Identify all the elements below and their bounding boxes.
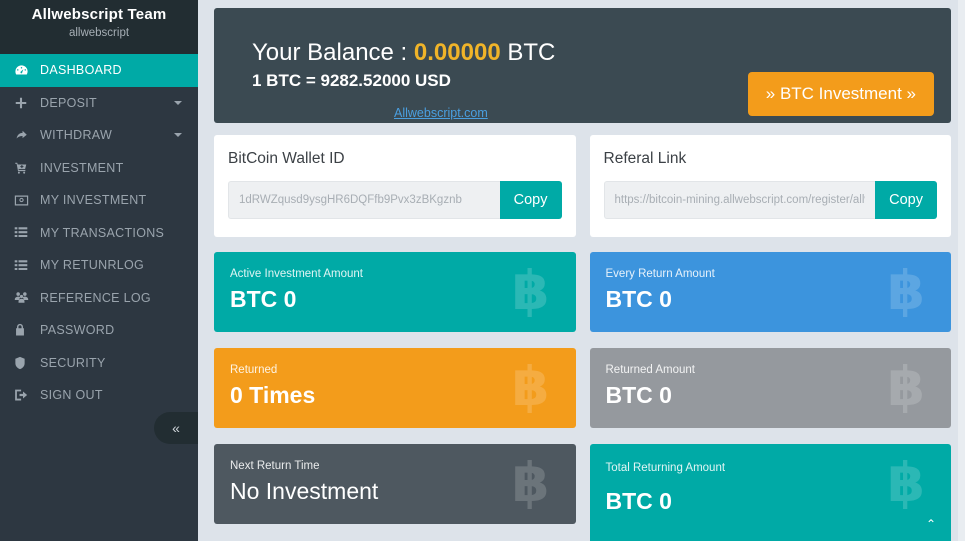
sidebar-item-label: INVESTMENT	[40, 160, 124, 175]
list-icon	[14, 259, 40, 272]
sidebar-item-investment[interactable]: INVESTMENT	[0, 152, 198, 185]
wallet-panel-title: BitCoin Wallet ID	[228, 150, 345, 167]
balance-amount: 0.00000	[413, 39, 501, 66]
referral-input-group: Copy	[603, 181, 937, 219]
sidebar-item-dashboard[interactable]: DASHBOARD	[0, 54, 198, 87]
stat-card-value: No Investment	[230, 478, 379, 504]
sidebar-item-label: MY INVESTMENT	[40, 193, 147, 208]
lock-icon	[14, 323, 40, 337]
balance-currency: BTC	[507, 39, 556, 66]
page-scrollbar[interactable]	[958, 0, 965, 541]
stat-card[interactable]: Returned 0 Times ฿	[214, 348, 576, 428]
shield-icon	[14, 356, 40, 370]
referral-link-input[interactable]	[603, 181, 876, 219]
cart-icon	[14, 161, 40, 175]
chevron-down-icon	[174, 133, 182, 138]
money-bill-icon	[14, 194, 40, 207]
sidebar-item-label: SECURITY	[40, 355, 106, 370]
brand-header: Allwebscript Team allwebscript	[0, 0, 198, 54]
plus-icon	[14, 96, 40, 110]
chevron-left-double-icon: «	[172, 420, 180, 436]
sidebar-item-password[interactable]: PASSWORD	[0, 314, 198, 347]
chevron-down-icon	[174, 100, 182, 105]
sidebar-item-label: MY TRANSACTIONS	[40, 225, 165, 240]
btc-investment-button[interactable]: » BTC Investment »	[747, 72, 934, 116]
dashboard-icon	[14, 63, 40, 78]
sidebar-item-reference-log[interactable]: REFERENCE LOG	[0, 282, 198, 315]
sidebar-item-label: REFERENCE LOG	[40, 290, 151, 305]
sidebar-nav: DASHBOARD DEPOSIT WITHDRAW INVESTMENT MY INV…	[0, 54, 198, 412]
stat-card-value: BTC 0	[230, 286, 297, 312]
wallet-input-group: Copy	[228, 181, 562, 219]
stat-cards-area: Active Investment Amount BTC 0 ฿ Returned 0 …	[214, 252, 951, 541]
stat-card[interactable]: Every Return Amount BTC 0 ฿	[589, 252, 951, 332]
balance-line: Your Balance : 0.00000 BTC	[252, 38, 951, 68]
stat-card-value: 0 Times	[230, 382, 316, 408]
stat-cards-left-column: Active Investment Amount BTC 0 ฿ Returned 0 …	[214, 252, 576, 541]
brand-subtitle: allwebscript	[68, 27, 130, 39]
balance-label: Your Balance :	[252, 39, 408, 66]
stat-card-label: Active Investment Amount	[230, 268, 363, 280]
sidebar-item-my-transactions[interactable]: MY TRANSACTIONS	[0, 217, 198, 250]
sidebar-item-label: DEPOSIT	[40, 95, 97, 110]
stat-card[interactable]: Returned Amount BTC 0 ฿	[589, 348, 951, 428]
wallet-id-input[interactable]	[228, 181, 500, 219]
panels-row: BitCoin Wallet ID Copy Referal Link Copy	[214, 135, 951, 237]
stat-card[interactable]: Active Investment Amount BTC 0 ฿	[214, 252, 576, 332]
sidebar-item-label: MY RETUNRLOG	[40, 258, 145, 273]
sidebar: Allwebscript Team allwebscript DASHBOARD…	[0, 0, 198, 541]
sidebar-item-label: WITHDRAW	[40, 128, 113, 143]
stat-card[interactable]: Next Return Time No Investment ฿	[214, 444, 576, 524]
users-icon	[14, 291, 40, 304]
share-arrow-icon	[14, 128, 40, 142]
stat-card-value: BTC 0	[605, 488, 672, 514]
wallet-panel: BitCoin Wallet ID Copy	[214, 135, 576, 237]
sidebar-collapse-button[interactable]: «	[154, 412, 198, 444]
stat-cards-right-column: Every Return Amount BTC 0 ฿ Returned Amount…	[589, 252, 951, 541]
sidebar-item-withdraw[interactable]: WITHDRAW	[0, 119, 198, 152]
sidebar-item-deposit[interactable]: DEPOSIT	[0, 87, 198, 120]
stat-card-label: Returned	[230, 364, 278, 376]
stat-card-label: Total Returning Amount	[605, 462, 726, 474]
sidebar-item-label: DASHBOARD	[40, 63, 122, 78]
referral-panel: Referal Link Copy	[589, 135, 951, 237]
sidebar-item-sign-out[interactable]: SIGN OUT	[0, 379, 198, 412]
referral-copy-button[interactable]: Copy	[875, 181, 937, 219]
stat-card-label: Next Return Time	[230, 460, 320, 472]
stat-card-value: BTC 0	[605, 382, 672, 408]
list-icon	[14, 226, 40, 239]
sidebar-item-label: PASSWORD	[40, 323, 115, 338]
wallet-copy-button[interactable]: Copy	[499, 181, 562, 219]
referral-panel-title: Referal Link	[603, 150, 687, 167]
sidebar-item-my-retunrlog[interactable]: MY RETUNRLOG	[0, 249, 198, 282]
main-content: Your Balance : 0.00000 BTC 1 BTC = 9282.…	[198, 0, 965, 541]
stat-card[interactable]: Total Returning Amount BTC 0 ฿	[589, 444, 951, 541]
balance-header: Your Balance : 0.00000 BTC 1 BTC = 9282.…	[214, 8, 951, 123]
stat-card-label: Every Return Amount	[605, 268, 715, 280]
dashboard-page: Allwebscript Team allwebscript DASHBOARD…	[0, 0, 965, 541]
chevron-up-icon: ⌃	[925, 517, 937, 531]
site-link[interactable]: Allwebscript.com	[394, 106, 488, 120]
sidebar-item-my-investment[interactable]: MY INVESTMENT	[0, 184, 198, 217]
stat-card-label: Returned Amount	[605, 364, 696, 376]
brand-title: Allwebscript Team	[31, 6, 167, 23]
sign-out-icon	[14, 388, 40, 402]
sidebar-item-security[interactable]: SECURITY	[0, 347, 198, 380]
sidebar-item-label: SIGN OUT	[40, 388, 103, 403]
stat-card-value: BTC 0	[605, 286, 672, 312]
